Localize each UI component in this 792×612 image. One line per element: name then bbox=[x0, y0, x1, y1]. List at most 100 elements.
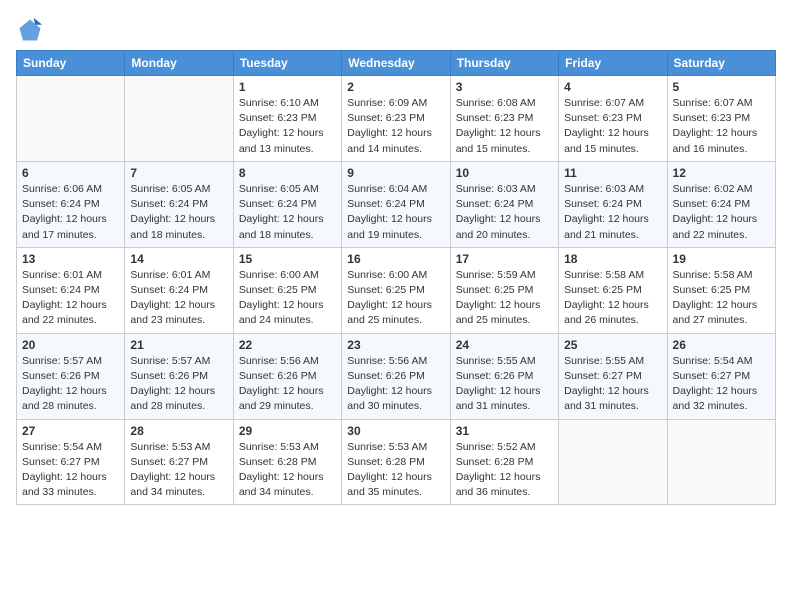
calendar-cell: 22 Sunrise: 5:56 AM Sunset: 6:26 PM Dayli… bbox=[233, 333, 341, 419]
calendar-cell: 17 Sunrise: 5:59 AM Sunset: 6:25 PM Dayli… bbox=[450, 247, 558, 333]
day-info: Sunrise: 6:03 AM Sunset: 6:24 PM Dayligh… bbox=[456, 182, 553, 243]
calendar-cell: 10 Sunrise: 6:03 AM Sunset: 6:24 PM Dayli… bbox=[450, 161, 558, 247]
calendar-cell: 21 Sunrise: 5:57 AM Sunset: 6:26 PM Dayli… bbox=[125, 333, 233, 419]
logo bbox=[16, 16, 48, 44]
day-number: 2 bbox=[347, 80, 444, 94]
calendar-cell: 16 Sunrise: 6:00 AM Sunset: 6:25 PM Dayli… bbox=[342, 247, 450, 333]
day-info: Sunrise: 6:07 AM Sunset: 6:23 PM Dayligh… bbox=[673, 96, 770, 157]
calendar-cell: 31 Sunrise: 5:52 AM Sunset: 6:28 PM Dayli… bbox=[450, 419, 558, 505]
day-number: 23 bbox=[347, 338, 444, 352]
header-friday: Friday bbox=[559, 51, 667, 76]
day-number: 27 bbox=[22, 424, 119, 438]
calendar-cell: 30Sunrise: 5:53 AM Sunset: 6:28 PM Dayli… bbox=[342, 419, 450, 505]
header-thursday: Thursday bbox=[450, 51, 558, 76]
day-info: Sunrise: 5:53 AM Sunset: 6:28 PM Dayligh… bbox=[239, 440, 336, 501]
day-info: Sunrise: 6:08 AM Sunset: 6:23 PM Dayligh… bbox=[456, 96, 553, 157]
day-number: 25 bbox=[564, 338, 661, 352]
day-info: Sunrise: 5:58 AM Sunset: 6:25 PM Dayligh… bbox=[673, 268, 770, 329]
day-info: Sunrise: 5:56 AM Sunset: 6:26 PM Dayligh… bbox=[239, 354, 336, 415]
week-row-2: 13 Sunrise: 6:01 AM Sunset: 6:24 PM Dayli… bbox=[17, 247, 776, 333]
day-number: 20 bbox=[22, 338, 119, 352]
calendar-header: SundayMondayTuesdayWednesdayThursdayFrid… bbox=[17, 51, 776, 76]
calendar-cell: 24Sunrise: 5:55 AM Sunset: 6:26 PM Dayli… bbox=[450, 333, 558, 419]
calendar-cell: 4Sunrise: 6:07 AM Sunset: 6:23 PM Daylig… bbox=[559, 76, 667, 162]
day-number: 16 bbox=[347, 252, 444, 266]
calendar-cell: 1 Sunrise: 6:10 AM Sunset: 6:23 PM Daylig… bbox=[233, 76, 341, 162]
day-info: Sunrise: 6:01 AM Sunset: 6:24 PM Dayligh… bbox=[22, 268, 119, 329]
day-number: 28 bbox=[130, 424, 227, 438]
day-number: 13 bbox=[22, 252, 119, 266]
day-info: Sunrise: 5:55 AM Sunset: 6:27 PM Dayligh… bbox=[564, 354, 661, 415]
calendar: SundayMondayTuesdayWednesdayThursdayFrid… bbox=[16, 50, 776, 505]
header-tuesday: Tuesday bbox=[233, 51, 341, 76]
week-row-4: 27 Sunrise: 5:54 AM Sunset: 6:27 PM Dayli… bbox=[17, 419, 776, 505]
calendar-cell: 5 Sunrise: 6:07 AM Sunset: 6:23 PM Daylig… bbox=[667, 76, 775, 162]
calendar-cell: 19 Sunrise: 5:58 AM Sunset: 6:25 PM Dayli… bbox=[667, 247, 775, 333]
calendar-cell: 29 Sunrise: 5:53 AM Sunset: 6:28 PM Dayli… bbox=[233, 419, 341, 505]
day-number: 4 bbox=[564, 80, 661, 94]
day-number: 26 bbox=[673, 338, 770, 352]
week-row-3: 20 Sunrise: 5:57 AM Sunset: 6:26 PM Dayli… bbox=[17, 333, 776, 419]
day-info: Sunrise: 6:10 AM Sunset: 6:23 PM Dayligh… bbox=[239, 96, 336, 157]
day-number: 12 bbox=[673, 166, 770, 180]
day-info: Sunrise: 6:00 AM Sunset: 6:25 PM Dayligh… bbox=[239, 268, 336, 329]
calendar-cell bbox=[667, 419, 775, 505]
day-number: 1 bbox=[239, 80, 336, 94]
day-info: Sunrise: 5:57 AM Sunset: 6:26 PM Dayligh… bbox=[130, 354, 227, 415]
calendar-cell: 13 Sunrise: 6:01 AM Sunset: 6:24 PM Dayli… bbox=[17, 247, 125, 333]
calendar-cell: 9Sunrise: 6:04 AM Sunset: 6:24 PM Daylig… bbox=[342, 161, 450, 247]
day-number: 3 bbox=[456, 80, 553, 94]
day-info: Sunrise: 5:54 AM Sunset: 6:27 PM Dayligh… bbox=[673, 354, 770, 415]
calendar-cell bbox=[559, 419, 667, 505]
week-row-0: 1 Sunrise: 6:10 AM Sunset: 6:23 PM Daylig… bbox=[17, 76, 776, 162]
day-number: 29 bbox=[239, 424, 336, 438]
calendar-cell: 6 Sunrise: 6:06 AM Sunset: 6:24 PM Daylig… bbox=[17, 161, 125, 247]
header-wednesday: Wednesday bbox=[342, 51, 450, 76]
day-number: 21 bbox=[130, 338, 227, 352]
day-number: 7 bbox=[130, 166, 227, 180]
calendar-cell: 23Sunrise: 5:56 AM Sunset: 6:26 PM Dayli… bbox=[342, 333, 450, 419]
calendar-body: 1 Sunrise: 6:10 AM Sunset: 6:23 PM Daylig… bbox=[17, 76, 776, 505]
calendar-cell bbox=[125, 76, 233, 162]
day-number: 17 bbox=[456, 252, 553, 266]
calendar-cell: 8 Sunrise: 6:05 AM Sunset: 6:24 PM Daylig… bbox=[233, 161, 341, 247]
day-number: 5 bbox=[673, 80, 770, 94]
calendar-cell: 11Sunrise: 6:03 AM Sunset: 6:24 PM Dayli… bbox=[559, 161, 667, 247]
day-info: Sunrise: 6:06 AM Sunset: 6:24 PM Dayligh… bbox=[22, 182, 119, 243]
day-number: 14 bbox=[130, 252, 227, 266]
day-info: Sunrise: 5:59 AM Sunset: 6:25 PM Dayligh… bbox=[456, 268, 553, 329]
day-number: 19 bbox=[673, 252, 770, 266]
day-number: 6 bbox=[22, 166, 119, 180]
calendar-cell: 2Sunrise: 6:09 AM Sunset: 6:23 PM Daylig… bbox=[342, 76, 450, 162]
calendar-cell: 18Sunrise: 5:58 AM Sunset: 6:25 PM Dayli… bbox=[559, 247, 667, 333]
header-row: SundayMondayTuesdayWednesdayThursdayFrid… bbox=[17, 51, 776, 76]
day-number: 18 bbox=[564, 252, 661, 266]
day-info: Sunrise: 5:57 AM Sunset: 6:26 PM Dayligh… bbox=[22, 354, 119, 415]
day-info: Sunrise: 5:54 AM Sunset: 6:27 PM Dayligh… bbox=[22, 440, 119, 501]
day-info: Sunrise: 6:05 AM Sunset: 6:24 PM Dayligh… bbox=[130, 182, 227, 243]
day-number: 31 bbox=[456, 424, 553, 438]
logo-icon bbox=[16, 16, 44, 44]
day-info: Sunrise: 6:00 AM Sunset: 6:25 PM Dayligh… bbox=[347, 268, 444, 329]
day-info: Sunrise: 6:03 AM Sunset: 6:24 PM Dayligh… bbox=[564, 182, 661, 243]
day-info: Sunrise: 5:55 AM Sunset: 6:26 PM Dayligh… bbox=[456, 354, 553, 415]
day-number: 8 bbox=[239, 166, 336, 180]
week-row-1: 6 Sunrise: 6:06 AM Sunset: 6:24 PM Daylig… bbox=[17, 161, 776, 247]
day-number: 9 bbox=[347, 166, 444, 180]
day-number: 10 bbox=[456, 166, 553, 180]
header-sunday: Sunday bbox=[17, 51, 125, 76]
day-number: 30 bbox=[347, 424, 444, 438]
calendar-cell: 15Sunrise: 6:00 AM Sunset: 6:25 PM Dayli… bbox=[233, 247, 341, 333]
day-info: Sunrise: 6:05 AM Sunset: 6:24 PM Dayligh… bbox=[239, 182, 336, 243]
day-info: Sunrise: 5:52 AM Sunset: 6:28 PM Dayligh… bbox=[456, 440, 553, 501]
calendar-cell: 26 Sunrise: 5:54 AM Sunset: 6:27 PM Dayli… bbox=[667, 333, 775, 419]
header-monday: Monday bbox=[125, 51, 233, 76]
day-info: Sunrise: 6:02 AM Sunset: 6:24 PM Dayligh… bbox=[673, 182, 770, 243]
day-info: Sunrise: 6:01 AM Sunset: 6:24 PM Dayligh… bbox=[130, 268, 227, 329]
calendar-cell: 20 Sunrise: 5:57 AM Sunset: 6:26 PM Dayli… bbox=[17, 333, 125, 419]
calendar-cell: 14 Sunrise: 6:01 AM Sunset: 6:24 PM Dayli… bbox=[125, 247, 233, 333]
calendar-cell: 28Sunrise: 5:53 AM Sunset: 6:27 PM Dayli… bbox=[125, 419, 233, 505]
calendar-cell: 27 Sunrise: 5:54 AM Sunset: 6:27 PM Dayli… bbox=[17, 419, 125, 505]
calendar-cell bbox=[17, 76, 125, 162]
day-number: 22 bbox=[239, 338, 336, 352]
